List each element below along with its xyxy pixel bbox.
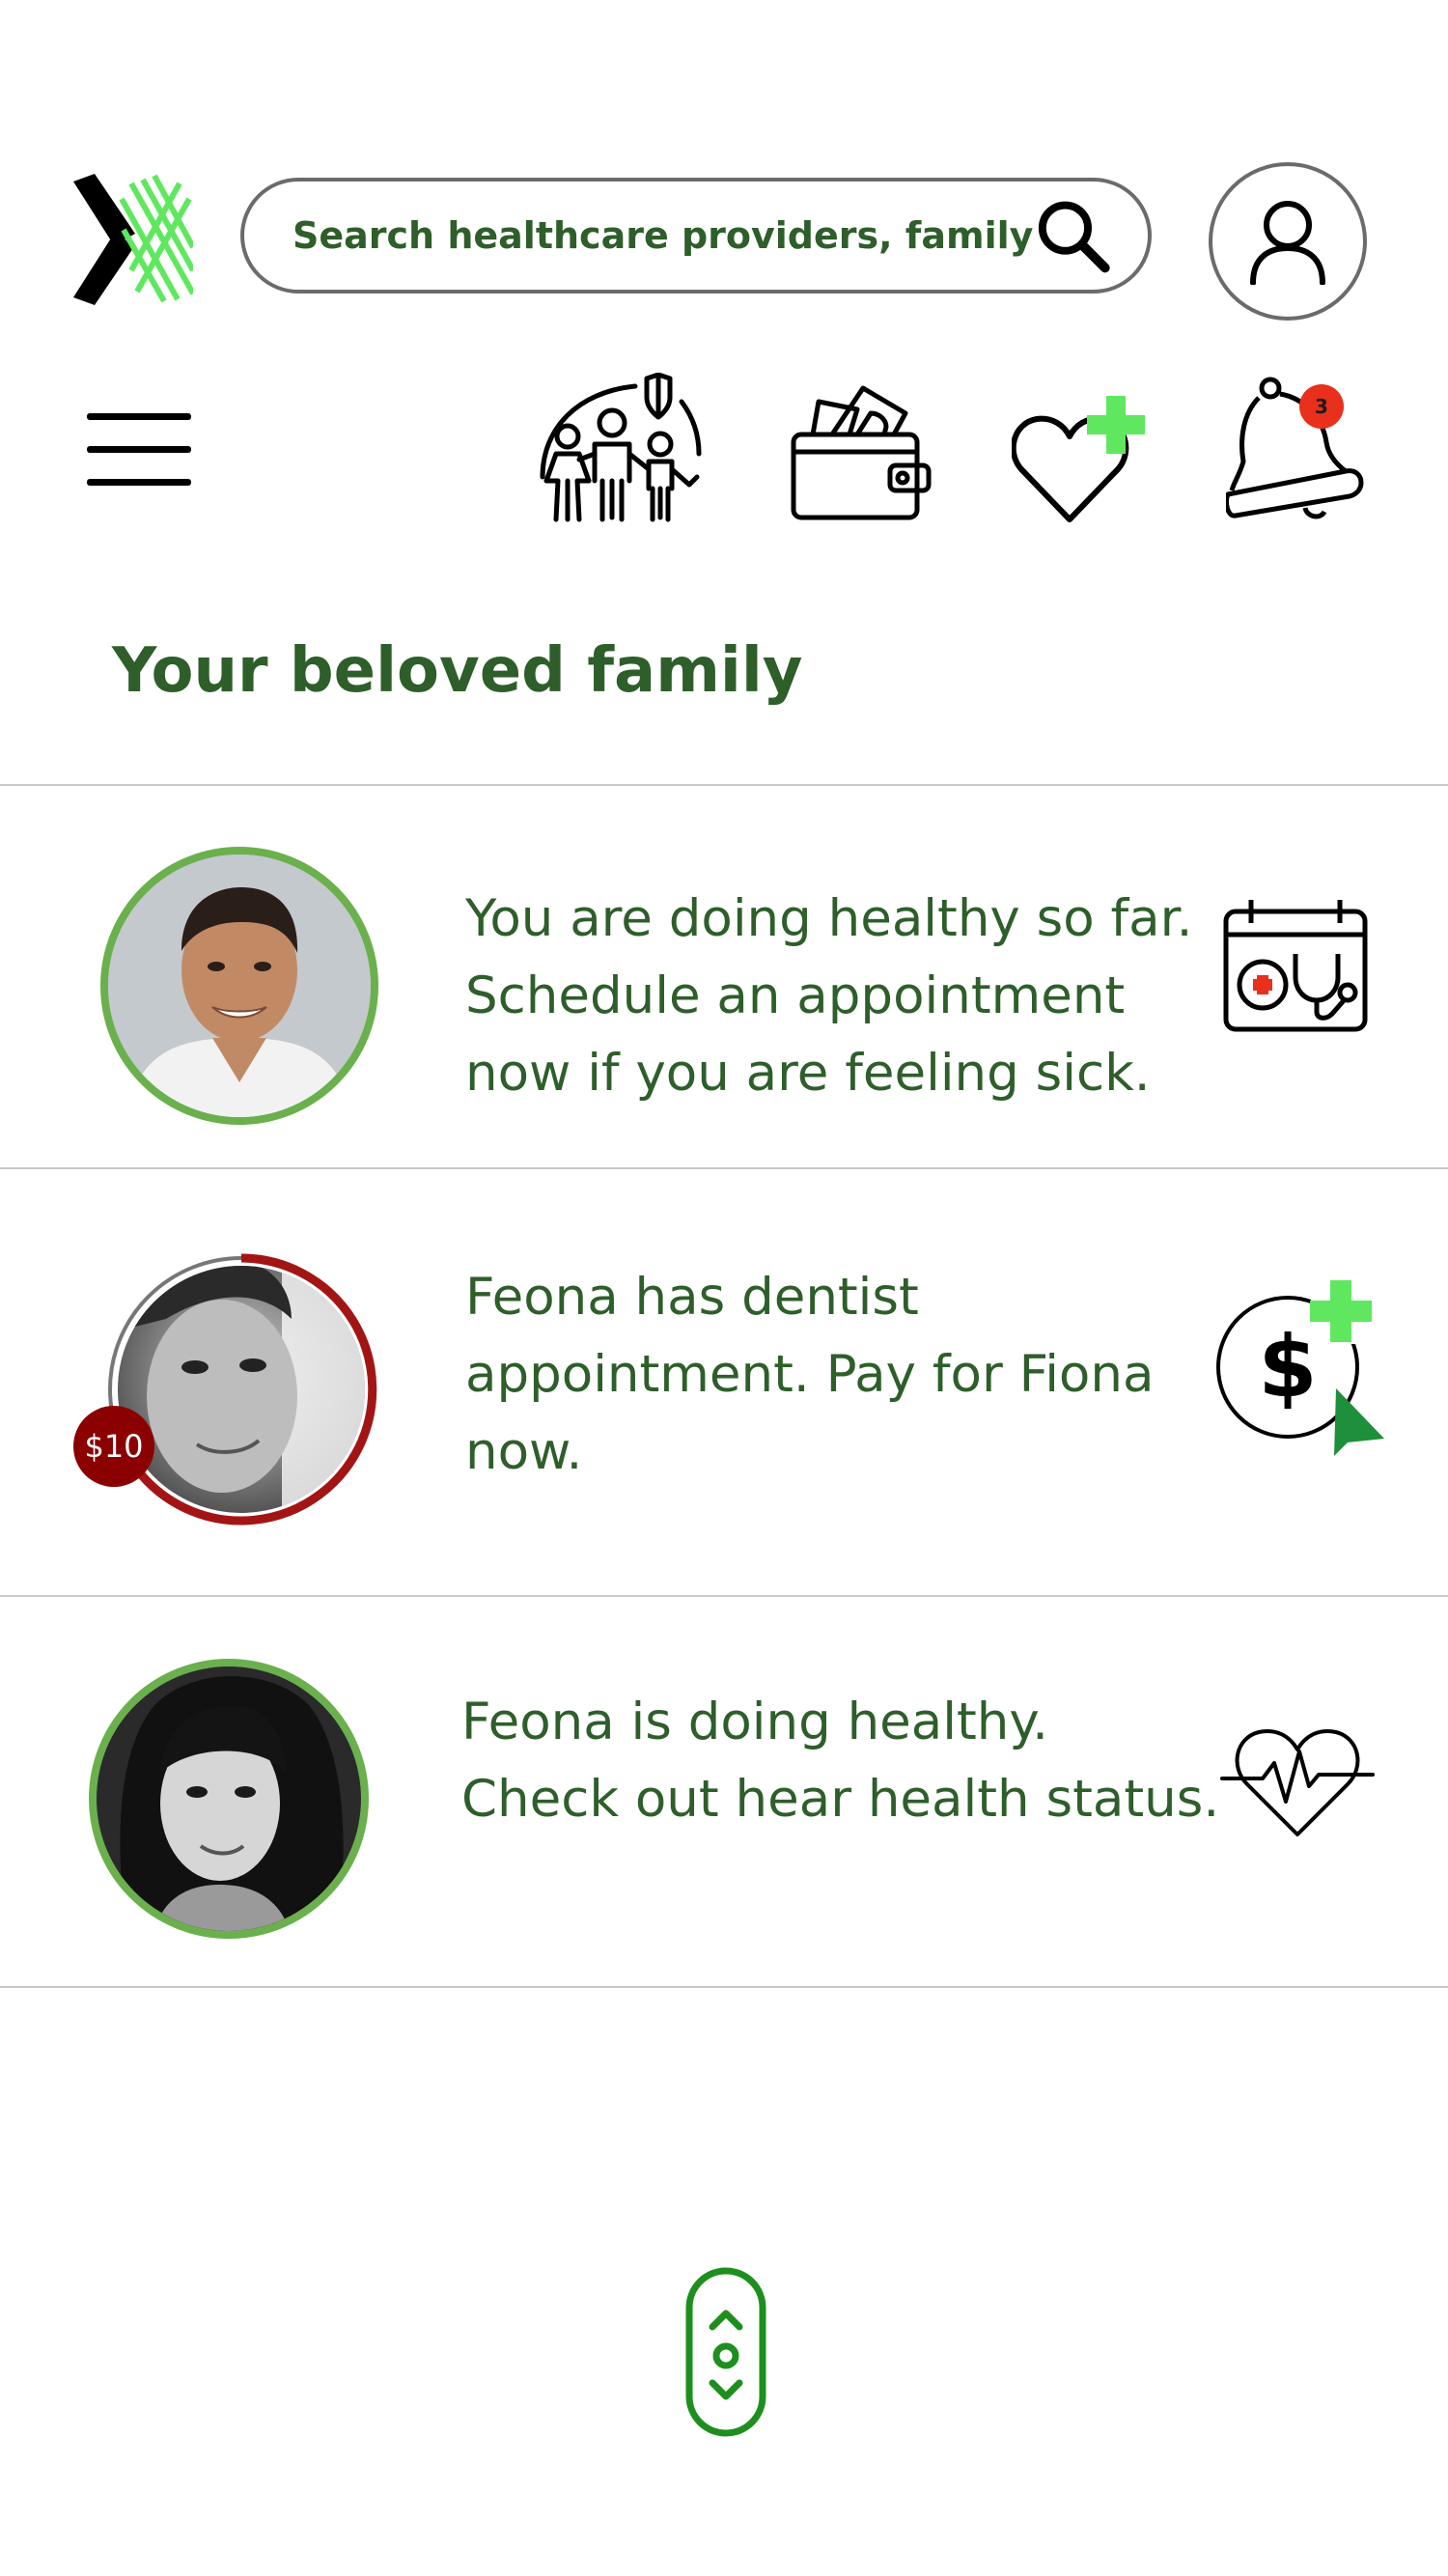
logo-mark-icon (73, 174, 196, 305)
svg-text:$: $ (1258, 1317, 1317, 1416)
family-member-avatar[interactable] (100, 847, 378, 1125)
person-photo (108, 854, 371, 1117)
app-logo[interactable] (73, 174, 196, 305)
wallet-button[interactable] (790, 380, 933, 521)
hamburger-icon (87, 413, 191, 486)
family-shield-icon (540, 372, 702, 522)
notification-count: 3 (1315, 395, 1328, 418)
avatar-photo (100, 847, 378, 1125)
wallet-icon (791, 385, 932, 520)
profile-button[interactable] (1209, 162, 1367, 321)
divider (0, 1167, 1448, 1169)
family-member-avatar[interactable] (89, 1659, 369, 1939)
family-message: Feona has dentist appointment. Pay for F… (465, 1268, 1155, 1481)
schedule-appointment-button[interactable] (1222, 898, 1369, 1033)
family-message: Feona is doing healthy. Check out hear h… (461, 1693, 1220, 1829)
avatar-photo (89, 1659, 369, 1939)
family-protection-button[interactable] (539, 372, 703, 523)
divider (0, 1986, 1448, 1988)
search-input[interactable]: Search healthcare providers, family (292, 214, 1033, 257)
payment-badge[interactable]: $10 (73, 1406, 154, 1487)
health-button[interactable] (1010, 396, 1160, 523)
search-bar[interactable]: Search healthcare providers, family (240, 178, 1152, 294)
calendar-stethoscope-icon (1223, 900, 1368, 1032)
payment-progress-ring (108, 1253, 377, 1526)
notifications-button[interactable]: 3 (1223, 375, 1371, 521)
section-title: Your beloved family (112, 635, 803, 707)
bell-icon (1223, 377, 1364, 519)
heartbeat-icon (1220, 1729, 1375, 1836)
scroll-handle[interactable] (685, 2267, 766, 2437)
divider (0, 784, 1448, 786)
drag-handle-icon (685, 2267, 766, 2437)
pay-button[interactable]: $ (1214, 1276, 1384, 1460)
payment-amount: $10 (84, 1428, 144, 1465)
pay-plus-icon: $ (1216, 1280, 1384, 1456)
user-icon (1250, 201, 1325, 285)
divider (0, 1595, 1448, 1597)
heart-plus-icon (1010, 396, 1145, 522)
person-photo (97, 1666, 361, 1931)
search-icon[interactable] (1033, 195, 1113, 276)
family-member-avatar[interactable] (108, 1251, 378, 1527)
notification-badge: 3 (1299, 384, 1344, 429)
menu-button[interactable] (87, 411, 191, 489)
family-message: You are doing healthy so far. Schedule a… (465, 889, 1193, 1103)
health-status-button[interactable] (1220, 1724, 1375, 1838)
